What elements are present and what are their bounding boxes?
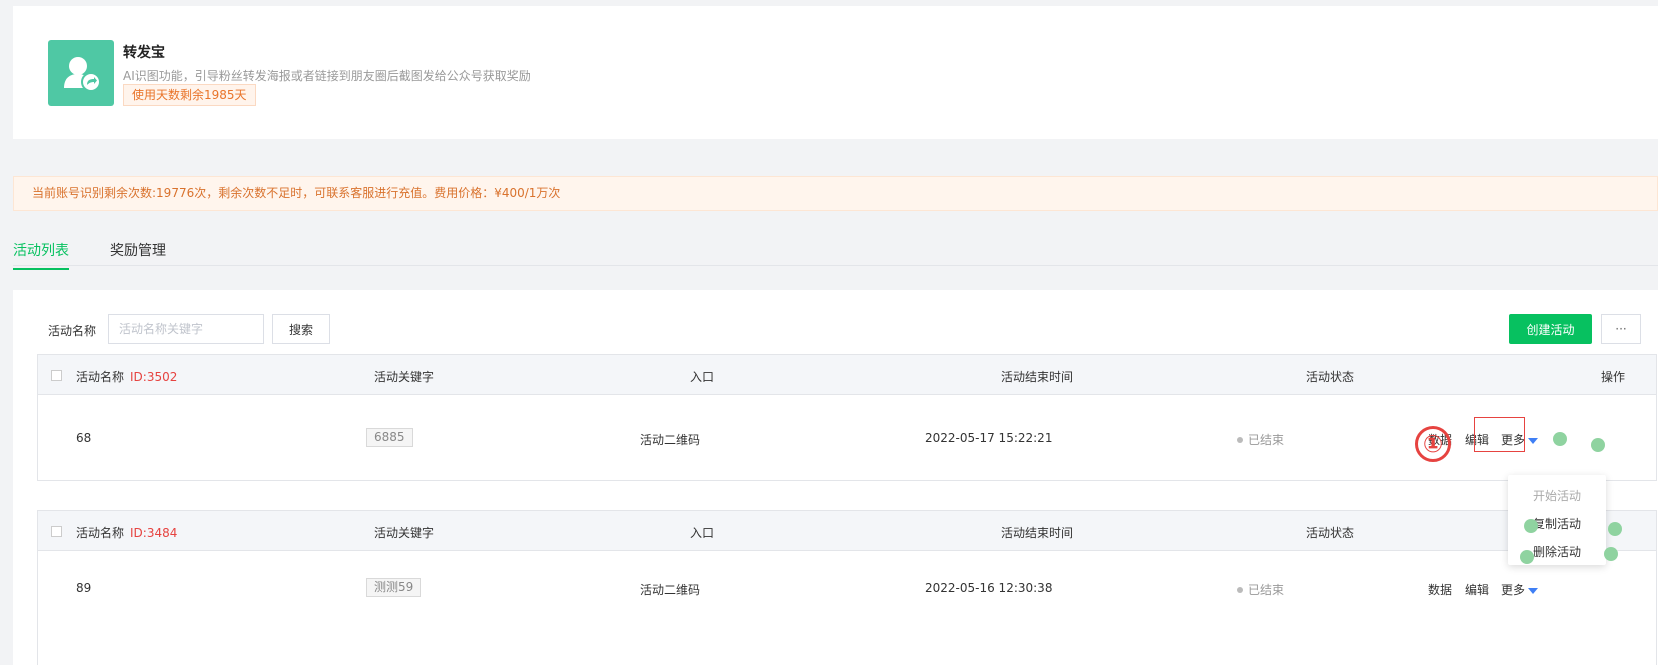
end-time: 2022-05-16 12:30:38 <box>925 581 1053 595</box>
marker-dot <box>1520 550 1534 564</box>
status-dot-icon <box>1237 586 1243 593</box>
activity-table: 活动名称 ID:3484 活动关键字 入口 活动结束时间 活动状态 89 测测59… <box>37 510 1657 665</box>
activity-name-input[interactable] <box>108 314 264 344</box>
table-header: 活动名称 ID:3484 活动关键字 入口 活动结束时间 活动状态 <box>38 511 1656 551</box>
status: 已结束 <box>1237 581 1284 598</box>
marker-dot <box>1608 522 1622 536</box>
user-share-icon <box>64 57 101 92</box>
app-description: AI识图功能，引导粉丝转发海报或者链接到朋友圈后截图发给公众号获取奖励 <box>123 69 531 83</box>
activity-qrcode-link[interactable]: 活动二维码 <box>640 581 700 598</box>
activity-table: 活动名称 ID:3502 活动关键字 入口 活动结束时间 活动状态 操作 68 6… <box>37 354 1657 481</box>
header-entry: 入口 <box>690 526 715 540</box>
header-keyword: 活动关键字 <box>374 526 435 540</box>
end-time: 2022-05-17 15:22:21 <box>925 431 1053 445</box>
app-title: 转发宝 <box>123 45 165 61</box>
marker-dot <box>1604 547 1618 561</box>
status: 已结束 <box>1237 431 1284 448</box>
more-options-button[interactable]: ··· <box>1601 314 1641 344</box>
step-number-annotation: ① <box>1415 426 1451 462</box>
tab-activity-list[interactable]: 活动列表 <box>13 240 69 270</box>
activity-name: 68 <box>76 431 92 445</box>
select-checkbox[interactable] <box>51 526 62 537</box>
quota-notice: 当前账号识别剩余次数:19776次，剩余次数不足时，可联系客服进行充值。费用价格… <box>13 176 1658 211</box>
tab-reward-management[interactable]: 奖励管理 <box>110 240 166 268</box>
header-name: 活动名称 ID:3484 <box>76 526 178 540</box>
app-header-card: 转发宝 AI识图功能，引导粉丝转发海报或者链接到朋友圈后截图发给公众号获取奖励 … <box>13 6 1658 139</box>
table-header: 活动名称 ID:3502 活动关键字 入口 活动结束时间 活动状态 操作 <box>38 355 1656 395</box>
create-activity-button[interactable]: 创建活动 <box>1509 314 1592 344</box>
quota-notice-text: 当前账号识别剩余次数:19776次，剩余次数不足时，可联系客服进行充值。费用价格… <box>32 186 561 200</box>
activity-name: 89 <box>76 581 92 595</box>
caret-down-icon <box>1528 437 1539 444</box>
highlight-box <box>1474 417 1525 452</box>
keyword-tag: 6885 <box>366 428 413 447</box>
header-status: 活动状态 <box>1306 526 1355 540</box>
activity-panel: 活动名称 搜索 创建活动 ··· 活动名称ID:3502 活动关键字 入口 活动… <box>13 290 1658 665</box>
activity-qrcode-link[interactable]: 活动二维码 <box>640 431 700 448</box>
header-status: 活动状态 <box>1306 370 1355 384</box>
header-entry: 入口 <box>690 370 715 384</box>
activity-id: ID:3484 <box>130 526 178 540</box>
filter-label: 活动名称 <box>48 324 97 338</box>
more-dropdown-toggle[interactable]: 更多 <box>1501 581 1539 598</box>
tab-bar: 活动列表 奖励管理 <box>13 236 1658 270</box>
menu-item-copy-activity[interactable]: 复制活动 <box>1508 515 1606 532</box>
keyword-tag: 测测59 <box>366 578 422 597</box>
header-end-time: 活动结束时间 <box>1001 370 1074 384</box>
data-link[interactable]: 数据 <box>1428 581 1452 598</box>
header-keyword: 活动关键字 <box>374 370 435 384</box>
marker-dot <box>1524 519 1538 533</box>
activity-id: ID:3502 <box>130 370 178 384</box>
caret-down-icon <box>1528 587 1539 594</box>
header-ops: 操作 <box>1601 370 1626 384</box>
app-logo <box>48 40 114 106</box>
marker-dot <box>1591 438 1605 452</box>
header-end-time: 活动结束时间 <box>1001 526 1074 540</box>
remaining-days-badge: 使用天数剩余1985天 <box>123 84 256 106</box>
status-dot-icon <box>1237 436 1243 443</box>
header-name: 活动名称 ID:3502 <box>76 370 178 384</box>
marker-dot <box>1553 432 1567 446</box>
search-button[interactable]: 搜索 <box>272 314 330 344</box>
select-checkbox[interactable] <box>51 370 62 381</box>
edit-link[interactable]: 编辑 <box>1465 581 1489 598</box>
menu-item-start-activity[interactable]: 开始活动 <box>1508 487 1606 504</box>
